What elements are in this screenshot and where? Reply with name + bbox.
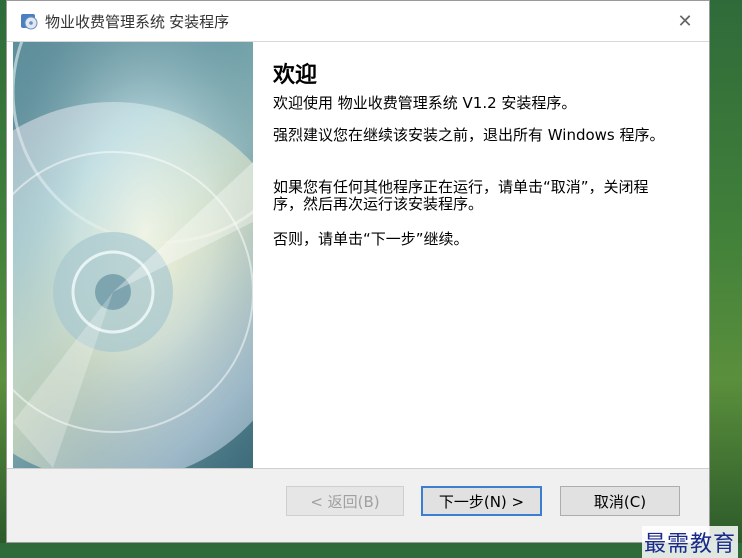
cd-disc-graphic	[13, 42, 253, 468]
title-bar[interactable]: 物业收费管理系统 安装程序 ✕	[7, 1, 709, 41]
window-title: 物业收费管理系统 安装程序	[45, 13, 230, 31]
cancel-button[interactable]: 取消(C)	[560, 486, 680, 516]
welcome-heading: 欢迎	[273, 63, 318, 88]
close-button[interactable]: ✕	[671, 9, 699, 33]
next-button[interactable]: 下一步(N) >	[421, 486, 542, 516]
welcome-text-3: 如果您有任何其他程序正在运行，请单击“取消”，关闭程序，然后再次运行该安装程序。	[273, 178, 649, 213]
button-divider	[7, 468, 709, 469]
cd-banner-image	[13, 42, 253, 468]
back-button[interactable]: < 返回(B)	[286, 486, 404, 516]
welcome-text-4: 否则，请单击“下一步”继续。	[273, 230, 469, 248]
welcome-text-1: 欢迎使用 物业收费管理系统 V1.2 安装程序。	[273, 94, 577, 112]
close-icon: ✕	[677, 10, 693, 31]
installer-window: 物业收费管理系统 安装程序 ✕ 欢迎 欢迎使用 物业收费管理系统 V1.2 安装…	[6, 0, 710, 543]
content-panel: 欢迎 欢迎使用 物业收费管理系统 V1.2 安装程序。 强烈建议您在继续该安装之…	[7, 42, 709, 468]
welcome-text-2: 强烈建议您在继续该安装之前，退出所有 Windows 程序。	[273, 126, 665, 144]
installer-app-icon	[21, 14, 38, 30]
watermark-logo: 最需教育	[641, 526, 738, 558]
